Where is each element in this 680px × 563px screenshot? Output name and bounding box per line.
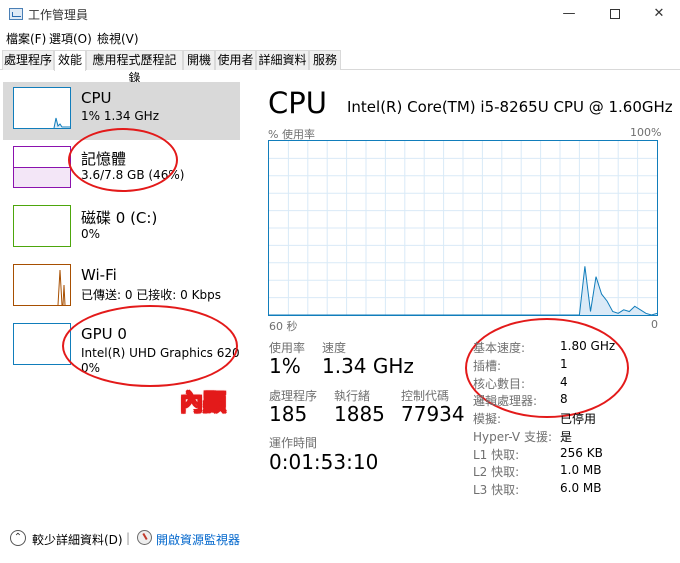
cpu-model-name: Intel(R) Core(TM) i5-8265U CPU @ 1.60GHz xyxy=(347,98,673,116)
spec-value: 8 xyxy=(560,392,568,406)
usage-value: 1% xyxy=(269,354,301,378)
title-bar: 工作管理員 — ✕ xyxy=(0,0,680,28)
minimize-button[interactable]: — xyxy=(546,0,592,28)
tab-details[interactable]: 詳細資料 xyxy=(256,50,309,70)
resource-monitor-icon xyxy=(137,530,152,545)
spec-label: 基本速度: xyxy=(473,341,526,355)
tab-services[interactable]: 服務 xyxy=(309,50,341,70)
threads-value: 1885 xyxy=(334,402,385,426)
graph-x-label: 60 秒 xyxy=(269,320,298,333)
memory-highlight-ellipse xyxy=(68,128,178,192)
page-title: CPU xyxy=(268,86,327,120)
wifi-thumbnail-graph xyxy=(13,264,71,306)
cpu-thumbnail-graph xyxy=(13,87,71,129)
spec-label: 邏輯處理器: xyxy=(473,394,538,408)
gpu-highlight-ellipse xyxy=(62,305,238,387)
tab-startup[interactable]: 開機 xyxy=(183,50,215,70)
spec-label: L2 快取: xyxy=(473,465,520,479)
cpu-usage-chart xyxy=(269,141,657,315)
spec-value: 4 xyxy=(560,375,568,389)
spec-label: L1 快取: xyxy=(473,448,520,462)
spec-label: L3 快取: xyxy=(473,483,520,497)
sidebar-item-name: 磁碟 0 (C:) xyxy=(81,209,158,227)
tab-app-history[interactable]: 應用程式歷程記錄 xyxy=(86,50,183,85)
menu-bar: 檔案(F) 選項(O) 檢視(V) xyxy=(0,28,680,48)
graph-x-min: 0 xyxy=(651,318,658,331)
open-resource-monitor-link[interactable]: 開啟資源監視器 xyxy=(156,531,240,548)
footer-separator: | xyxy=(126,531,131,545)
spec-value: 256 KB xyxy=(560,446,603,460)
spec-label: 插槽: xyxy=(473,359,502,373)
fewer-details-button[interactable]: 較少詳細資料(D) xyxy=(32,531,123,548)
menu-view[interactable]: 檢視(V) xyxy=(97,30,139,47)
tab-performance[interactable]: 效能 xyxy=(54,50,86,71)
tab-processes[interactable]: 處理程序 xyxy=(2,50,54,70)
cpu-usage-graph xyxy=(268,140,658,316)
maximize-icon xyxy=(610,8,620,19)
processes-value: 185 xyxy=(269,402,308,426)
memory-thumbnail-graph xyxy=(13,146,71,188)
speed-value: 1.34 GHz xyxy=(322,354,414,378)
spec-label: Hyper-V 支援: xyxy=(473,430,552,444)
spec-value: 6.0 MB xyxy=(560,481,602,495)
integrated-graphics-label: 內顯 xyxy=(180,390,227,417)
menu-file[interactable]: 檔案(F) xyxy=(6,30,46,47)
maximize-button[interactable] xyxy=(592,0,638,28)
window-title: 工作管理員 xyxy=(28,8,89,22)
spec-label: 模擬: xyxy=(473,412,502,426)
spec-value: 1.0 MB xyxy=(560,463,602,477)
sidebar-item-name: CPU xyxy=(81,89,112,107)
footer-bar: ⌃ 較少詳細資料(D) | 開啟資源監視器 xyxy=(0,525,680,555)
spec-value: 是 xyxy=(560,430,573,444)
close-button[interactable]: ✕ xyxy=(636,0,680,28)
uptime-label: 運作時間 xyxy=(269,436,318,450)
spec-label: 核心數目: xyxy=(473,377,526,391)
graph-y-max: 100% xyxy=(630,126,662,139)
sidebar-item-detail: 已傳送: 0 已接收: 0 Kbps xyxy=(81,288,221,302)
sidebar-item-name: Wi-Fi xyxy=(81,266,117,284)
handles-value: 77934 xyxy=(401,402,465,426)
tab-users[interactable]: 使用者 xyxy=(215,50,256,70)
disk-thumbnail-graph xyxy=(13,205,71,247)
spec-value: 已停用 xyxy=(560,412,597,426)
tab-bar: 處理程序 效能 應用程式歷程記錄 開機 使用者 詳細資料 服務 xyxy=(0,48,680,85)
chevron-up-icon[interactable]: ⌃ xyxy=(10,530,26,546)
task-manager-app-icon xyxy=(9,8,23,20)
spec-value: 1.80 GHz xyxy=(560,339,616,353)
spec-value: 1 xyxy=(560,357,568,371)
uptime-value: 0:01:53:10 xyxy=(269,450,379,474)
sidebar-item-detail: 1% 1.34 GHz xyxy=(81,109,160,123)
menu-options[interactable]: 選項(O) xyxy=(49,30,92,47)
sidebar-item-detail: 0% xyxy=(81,227,101,241)
sidebar-item-disk[interactable]: 磁碟 0 (C:) 0% xyxy=(3,200,240,258)
